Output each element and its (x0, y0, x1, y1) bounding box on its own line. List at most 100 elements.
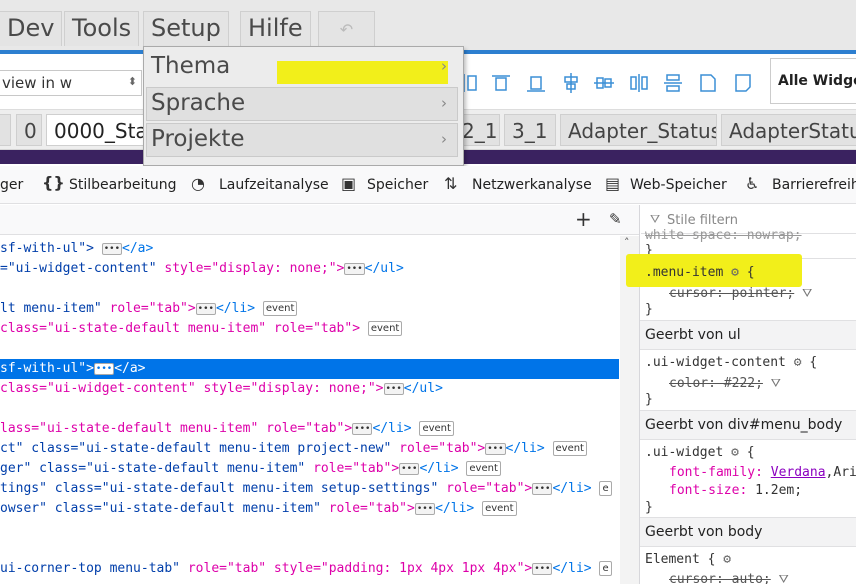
markup-line[interactable]: owser" class="ui-state-default menu-item… (0, 499, 517, 519)
undo-icon[interactable]: ↶ (318, 11, 375, 46)
chevron-right-icon: › (441, 130, 447, 148)
event-badge[interactable]: event (367, 321, 403, 336)
view-select-value: view in w (2, 74, 73, 92)
braces-icon: {} (42, 173, 65, 192)
markup-line[interactable]: sf-with-ul"> ••• </a> (0, 239, 153, 259)
collapsed-dots-icon[interactable]: ••• (399, 462, 420, 475)
rule-close: } (645, 392, 653, 407)
tool-web-speicher[interactable]: Web-Speicher (630, 177, 727, 193)
align-top-icon[interactable] (490, 72, 512, 94)
menu-hilfe[interactable]: Hilfe (240, 11, 311, 46)
center-vertical-icon[interactable] (560, 72, 582, 94)
rule-selector-ui-widget[interactable]: .ui-widget ⚙ { (645, 444, 755, 462)
gauge-icon: ◔ (191, 174, 205, 193)
menu-item-label: Projekte (151, 126, 245, 152)
inspector-toolbar (0, 205, 640, 235)
menu-item-projekte[interactable]: Projekte › (146, 123, 458, 157)
view-tab-0[interactable]: 0 (16, 114, 42, 146)
rule-property[interactable]: white-space: nowrap; (645, 227, 802, 245)
rule-property[interactable]: font-family: Verdana,Ari (669, 464, 856, 482)
collapsed-dots-icon[interactable]: ••• (532, 482, 553, 495)
markup-line[interactable]: lt menu-item" role="tab"> ••• </li> event (0, 299, 298, 319)
view-tab-adapter-status[interactable]: Adapter_Status (560, 114, 717, 146)
rule-property[interactable]: color: #222; ⛛ (669, 374, 781, 393)
view-tab-prev[interactable] (0, 114, 11, 146)
inherited-header: Geerbt von div#menu_body (640, 410, 856, 440)
rule-property[interactable]: cursor: auto; ⛛ (669, 570, 789, 584)
funnel-icon[interactable]: ⛛ (771, 376, 781, 390)
event-badge[interactable]: event (466, 461, 501, 476)
chevron-right-icon: › (441, 57, 447, 75)
menu-tools[interactable]: Tools (64, 11, 140, 46)
view-tab-adapterstatus[interactable]: AdapterStatus (721, 114, 856, 146)
menu-setup[interactable]: Setup (143, 11, 229, 46)
funnel-icon: ⛛ (650, 212, 661, 226)
inherited-header: Geerbt von ul (640, 320, 856, 350)
accessibility-icon: ♿ (745, 174, 760, 193)
align-bottom-icon[interactable] (525, 72, 547, 94)
collapsed-dots-icon[interactable]: ••• (93, 362, 115, 375)
gear-icon[interactable]: ⚙ (794, 354, 802, 372)
gear-icon[interactable]: ⚙ (731, 444, 739, 462)
gear-icon[interactable]: ⚙ (723, 551, 731, 569)
scroll-up-icon[interactable]: ˄ (624, 236, 630, 249)
rule-selector-ui-widget-content[interactable]: .ui-widget-content ⚙ { (645, 354, 817, 372)
markup-line[interactable]: tings" class="ui-state-default menu-item… (0, 479, 620, 499)
select-arrows-icon: ⬍ (127, 75, 137, 88)
markup-line[interactable]: ="ui-widget-content" style="display: non… (0, 259, 404, 279)
gear-icon[interactable]: ⚙ (731, 264, 739, 282)
view-tab-3-1[interactable]: 3_1 (504, 114, 556, 146)
collapsed-dots-icon[interactable]: ••• (532, 562, 553, 575)
filter-placeholder: Stile filtern (667, 213, 738, 228)
markup-line[interactable]: ger" class="ui-state-default menu-item" … (0, 459, 501, 479)
eyedropper-icon[interactable]: ✎ (609, 210, 622, 228)
inherited-header: Geerbt von body (640, 517, 856, 547)
event-badge-partial[interactable]: e (599, 481, 612, 496)
event-badge[interactable]: event (262, 301, 298, 316)
center-horizontal-icon[interactable] (593, 72, 615, 94)
markup-line[interactable]: ui-corner-top menu-tab" role="tab" style… (0, 559, 620, 579)
funnel-icon[interactable]: ⛛ (779, 572, 789, 584)
collapsed-dots-icon[interactable]: ••• (195, 302, 216, 315)
event-badge-partial[interactable]: e (599, 561, 612, 576)
tool-debugger[interactable]: ger (0, 177, 23, 193)
menu-item-thema[interactable]: Thema › (146, 50, 458, 84)
rule-selector-menu-item[interactable]: .menu-item ⚙ { (645, 264, 755, 282)
collapsed-dots-icon[interactable]: ••• (344, 262, 365, 275)
collapsed-dots-icon[interactable]: ••• (414, 502, 436, 515)
tool-stilbearbeitung[interactable]: Stilbearbeitung (69, 177, 177, 193)
rule-property[interactable]: font-size: 1.2em; (669, 482, 802, 500)
add-node-icon[interactable]: + (575, 207, 592, 231)
view-tab-0000-start[interactable]: 0000_Sta (46, 114, 146, 146)
tool-laufzeitanalyse[interactable]: Laufzeitanalyse (219, 177, 329, 193)
tool-barrierefreiheit[interactable]: Barrierefreihe (772, 177, 856, 193)
storage-icon: ▤ (605, 174, 621, 193)
markup-line[interactable]: class="ui-state-default menu-item" role=… (0, 319, 403, 339)
memory-chip-icon: ▣ (341, 174, 357, 193)
same-size-icon[interactable] (697, 72, 719, 94)
markup-line[interactable]: class="ui-widget-content" style="display… (0, 379, 443, 399)
collapsed-dots-icon[interactable]: ••• (101, 242, 123, 255)
collapsed-dots-icon[interactable]: ••• (352, 422, 373, 435)
menu-item-sprache[interactable]: Sprache › (146, 87, 458, 121)
markup-line-selected[interactable]: sf-with-ul"> ••• </a> (0, 359, 619, 379)
tool-netzwerkanalyse[interactable]: Netzwerkanalyse (472, 177, 592, 193)
view-select[interactable]: view in w ⬍ (0, 70, 142, 96)
funnel-icon[interactable]: ⛛ (802, 286, 812, 300)
menu-dev[interactable]: Dev (0, 11, 63, 46)
markup-scrollbar[interactable]: ˄ (620, 236, 639, 584)
tool-speicher[interactable]: Speicher (367, 177, 428, 193)
distribute-horizontal-icon[interactable] (628, 72, 650, 94)
collapsed-dots-icon[interactable]: ••• (383, 382, 404, 395)
markup-line[interactable]: ct" class="ui-state-default menu-item pr… (0, 439, 587, 459)
rule-selector-element[interactable]: Element { ⚙ (645, 551, 731, 569)
same-width-icon[interactable] (732, 72, 754, 94)
markup-line[interactable]: lass="ui-state-default menu-item" role="… (0, 419, 454, 439)
event-badge[interactable]: event (419, 421, 454, 436)
widget-filter-select[interactable]: Alle Widget (770, 58, 856, 104)
rule-property[interactable]: cursor: pointer; ⛛ (669, 284, 812, 303)
event-badge[interactable]: event (552, 441, 587, 456)
event-badge[interactable]: event (482, 501, 517, 516)
collapsed-dots-icon[interactable]: ••• (485, 442, 506, 455)
distribute-vertical-icon[interactable] (662, 72, 684, 94)
